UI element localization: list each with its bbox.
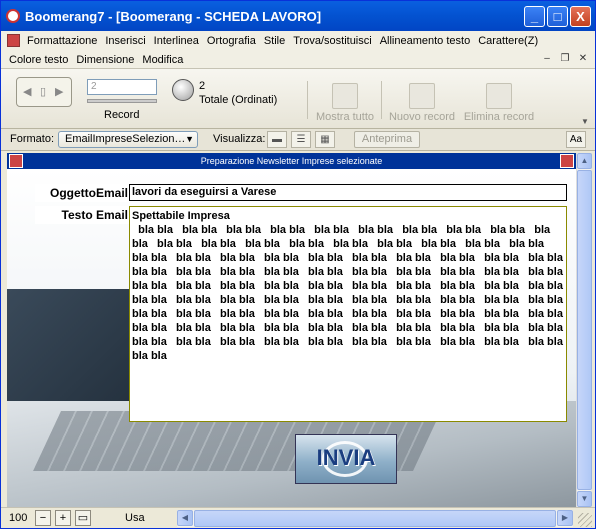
mdi-close-button[interactable]: ✕ [576,53,590,66]
prev-record-icon[interactable]: ◀ [23,85,31,98]
vertical-scrollbar[interactable]: ▲ ▼ [576,153,592,507]
show-all-icon [332,83,358,109]
send-button-label: INVIA [316,445,376,470]
bottom-bar: 100 − + ▭ Usa ◀ ▶ [1,507,595,528]
record-slider[interactable] [87,99,157,103]
chevron-down-icon: ▼ [185,134,194,144]
text-format-button[interactable]: Aa [566,131,586,148]
menu-interlinea[interactable]: Interlinea [150,35,203,47]
new-record-label: Nuovo record [388,111,456,123]
menu-colore-testo[interactable]: Colore testo [5,54,72,66]
record-navigator[interactable]: ◀ ▯ ▶ [16,77,72,107]
menu-row-primary: Formattazione Inserisci Interlinea Ortog… [1,31,542,50]
scroll-up-icon[interactable]: ▲ [577,153,592,169]
list-view-button[interactable]: ☰ [291,131,311,148]
zoom-in-button[interactable]: + [55,510,71,526]
app-window: Boomerang7 - [Boomerang - SCHEDA LAVORO]… [0,0,596,529]
view-label: Visualizza: [213,133,266,145]
toolbar-separator [381,81,382,119]
horizontal-scrollbar[interactable]: ◀ ▶ [177,510,573,527]
new-record-icon [409,83,435,109]
close-button[interactable]: X [570,6,591,27]
menu-ortografia[interactable]: Ortografia [203,35,260,47]
scroll-left-icon[interactable]: ◀ [177,510,193,526]
menu-trova-sostituisci[interactable]: Trova/sostituisci [289,35,375,47]
menu-bar: Formattazione Inserisci Interlinea Ortog… [1,31,595,69]
body-label: Testo Email [35,206,130,224]
form-header: Preparazione Newsletter Imprese selezion… [7,153,576,169]
menu-allineamento-testo[interactable]: Allineamento testo [376,35,475,47]
send-button[interactable]: INVIA [295,434,397,484]
zoom-out-button[interactable]: − [35,510,51,526]
title-bar[interactable]: Boomerang7 - [Boomerang - SCHEDA LAVORO]… [1,1,595,31]
menu-dimensione[interactable]: Dimensione [72,54,138,66]
vertical-scroll-thumb[interactable] [577,170,592,490]
form-header-title: Preparazione Newsletter Imprese selezion… [200,156,383,166]
menu-stile[interactable]: Stile [260,35,289,47]
next-record-icon[interactable]: ▶ [55,85,63,98]
scroll-right-icon[interactable]: ▶ [557,510,573,526]
subject-label: OggettoEmail [35,184,130,202]
toolbar-separator [307,81,308,119]
layout-select[interactable]: EmailImpreseSelezion… ▼ [58,131,198,148]
record-number-input[interactable]: 2 [87,79,157,95]
delete-record-icon [486,83,512,109]
horizontal-scroll-thumb[interactable] [194,510,556,527]
scroll-down-icon[interactable]: ▼ [577,491,592,507]
show-all-button[interactable]: Mostra tutto [313,83,377,123]
menu-inserisci[interactable]: Inserisci [101,35,149,47]
header-right-icon[interactable] [560,154,574,168]
format-bar: Formato: EmailImpreseSelezion… ▼ Visuali… [1,129,595,151]
record-count-label: Totale (Ordinati) [199,94,278,106]
subject-field[interactable]: lavori da eseguirsi a Varese [129,184,567,201]
menu-carattere[interactable]: Carattere(Z) [474,35,542,47]
preview-button[interactable]: Anteprima [354,131,420,148]
window-title: Boomerang7 - [Boomerang - SCHEDA LAVORO] [25,9,322,24]
toggle-status-area-button[interactable]: ▭ [75,510,91,526]
show-all-label: Mostra tutto [315,111,375,123]
menu-row-secondary: Colore testo Dimensione Modifica [5,50,187,69]
record-label: Record [104,109,140,121]
new-record-button[interactable]: Nuovo record [387,83,457,123]
book-icon: ▯ [40,86,47,98]
status-toolbar: ◀ ▯ ▶ 2 Record 2 Totale (Ordinati) Mostr… [1,69,595,129]
zoom-level[interactable]: 100 [9,512,27,524]
form-content: Preparazione Newsletter Imprese selezion… [7,153,576,507]
mode-label[interactable]: Usa [125,512,145,524]
app-icon[interactable] [6,9,20,23]
form-view-button[interactable]: ▬ [267,131,287,148]
document-icon[interactable] [7,34,20,47]
layout-select-value: EmailImpreseSelezion… [65,133,186,145]
maximize-button[interactable]: □ [547,6,568,27]
delete-record-button[interactable]: Elimina record [461,83,537,123]
minimize-button[interactable]: _ [524,6,545,27]
menu-formattazione[interactable]: Formattazione [23,35,101,47]
menu-modifica[interactable]: Modifica [138,54,187,66]
found-set-pie-icon [172,79,194,101]
format-label: Formato: [10,133,55,145]
record-count: 2 [199,80,206,92]
mdi-restore-button[interactable]: ❐ [558,53,572,66]
delete-record-label: Elimina record [463,111,535,123]
header-left-icon[interactable] [9,154,23,168]
table-view-button[interactable]: ▦ [315,131,335,148]
toolbar-overflow-icon[interactable]: ▼ [581,117,589,126]
resize-grip-icon[interactable] [578,513,592,527]
mdi-minimize-button[interactable]: – [540,53,554,66]
email-body-field[interactable]: Spettabile Impresa bla bla bla bla bla b… [129,206,567,422]
